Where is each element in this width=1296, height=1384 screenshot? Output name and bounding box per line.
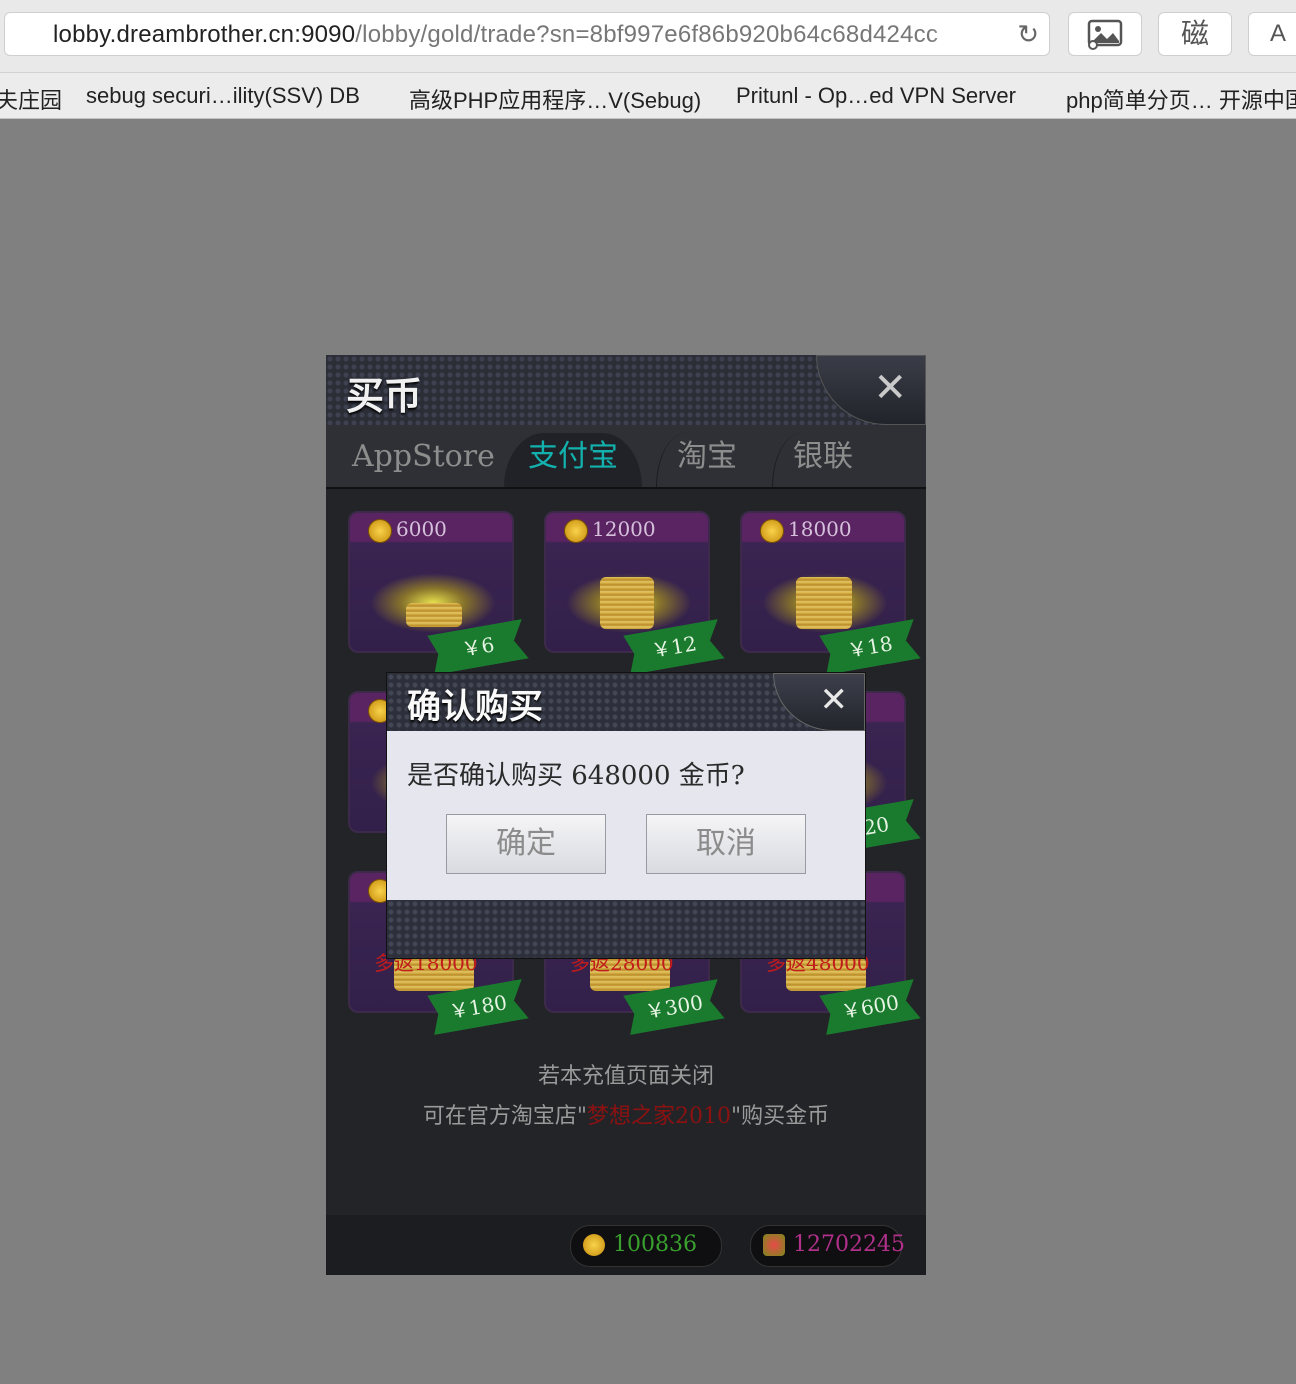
bookmarks-bar: 夫庄园 sebug securi…ility(SSV) DB 高级PHP应用程序…	[0, 72, 1296, 119]
magnet-label: 磁	[1180, 17, 1209, 50]
coin-package-card[interactable]: 18000 ￥18	[740, 511, 906, 653]
close-icon: ✕	[873, 365, 907, 411]
gold-balance-value: 100836	[613, 1232, 697, 1257]
coin-icon	[583, 1234, 605, 1256]
reload-icon[interactable]: ↻	[1017, 19, 1039, 49]
bookmark-item[interactable]: 高级PHP应用程序…V(Sebug)	[409, 83, 701, 115]
panel-header: 买币 ✕	[326, 355, 926, 426]
ticket-balance-value: 12702245	[793, 1232, 905, 1257]
closure-note-line1: 若本充值页面关闭	[537, 1064, 714, 1089]
payment-tabs: AppStore 支付宝 淘宝 银联	[326, 425, 926, 489]
ticket-icon	[763, 1234, 785, 1256]
bookmark-item[interactable]: sebug securi…ility(SSV) DB	[86, 83, 360, 109]
url-text[interactable]: lobby.dreambrother.cn:9090/lobby/gold/tr…	[53, 21, 938, 49]
coin-stack-icon	[796, 577, 852, 629]
bookmark-item[interactable]: Pritunl - Op…ed VPN Server	[736, 83, 1016, 109]
card-coin-amount: 6000	[396, 517, 447, 541]
picture-icon	[1087, 19, 1123, 50]
ticket-balance: 12702245	[750, 1225, 905, 1267]
dialog-title: 确认购买	[407, 687, 543, 727]
address-bar[interactable]: lobby.dreambrother.cn:9090/lobby/gold/tr…	[4, 12, 1050, 56]
dialog-footer	[387, 900, 865, 958]
note-suffix: "购买金币	[731, 1104, 830, 1129]
coin-stack-icon	[406, 603, 462, 627]
close-icon: ✕	[819, 680, 849, 720]
dialog-message: 是否确认购买 648000 金币?	[407, 761, 745, 791]
url-fade	[929, 13, 1009, 55]
coin-icon	[760, 519, 784, 543]
tab-alipay[interactable]: 支付宝	[504, 433, 642, 487]
dialog-header: 确认购买 ✕	[387, 673, 865, 731]
panel-title: 买币	[346, 373, 423, 418]
url-path: /lobby/gold/trade?sn=8bf997e6f86b920b64c…	[355, 21, 939, 48]
balance-footer: 100836 12702245	[326, 1215, 926, 1275]
translate-extension-button[interactable]: A	[1248, 12, 1296, 56]
image-extension-button[interactable]	[1068, 12, 1142, 56]
coin-package-card[interactable]: 6000 ￥6	[348, 511, 514, 653]
coin-stack-icon	[600, 577, 654, 629]
coin-package-card[interactable]: 12000 ￥12	[544, 511, 710, 653]
dialog-close-button[interactable]: ✕	[773, 673, 865, 731]
coin-icon	[368, 519, 392, 543]
card-coin-amount: 18000	[788, 517, 852, 541]
closure-note-line2: 可在官方淘宝店"梦想之家2010"购买金币	[326, 1098, 926, 1130]
cancel-button[interactable]: 取消	[646, 814, 806, 874]
bookmark-item[interactable]: php简单分页… 开源中国	[1066, 83, 1296, 115]
confirm-purchase-dialog: 确认购买 ✕ 是否确认购买 648000 金币? 确定 取消	[386, 672, 866, 959]
card-coin-amount: 12000	[592, 517, 656, 541]
panel-close-button[interactable]: ✕	[816, 355, 926, 425]
tab-unionpay[interactable]: 银联	[772, 433, 853, 487]
coin-icon	[564, 519, 588, 543]
gold-balance: 100836	[570, 1225, 722, 1267]
bookmark-item[interactable]: 夫庄园	[0, 83, 62, 115]
tab-taobao[interactable]: 淘宝	[656, 433, 737, 487]
url-host: lobby.dreambrother.cn:9090	[53, 21, 356, 48]
tab-appstore[interactable]: AppStore	[352, 433, 495, 487]
magnet-extension-button[interactable]: 磁	[1158, 12, 1232, 56]
taobao-store-name[interactable]: 梦想之家2010	[587, 1104, 731, 1129]
translate-label: A	[1269, 20, 1286, 47]
confirm-button[interactable]: 确定	[446, 814, 606, 874]
browser-toolbar: lobby.dreambrother.cn:9090/lobby/gold/tr…	[0, 0, 1296, 72]
note-prefix: 可在官方淘宝店"	[422, 1104, 587, 1129]
